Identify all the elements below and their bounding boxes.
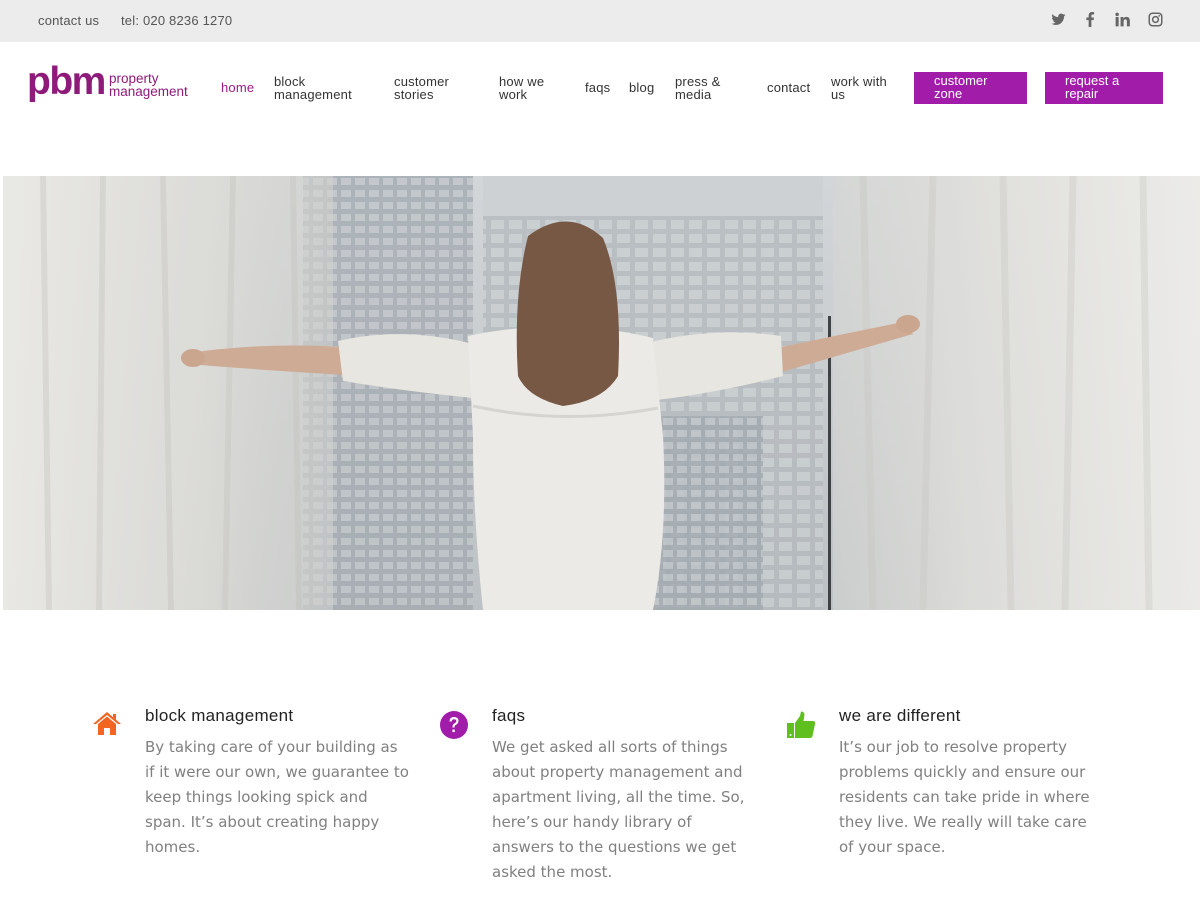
pbm-logo[interactable]: pbm property management <box>27 60 197 110</box>
top-bar: contact us tel: 020 8236 1270 <box>0 0 1200 42</box>
phone-number[interactable]: tel: 020 8236 1270 <box>121 13 232 28</box>
twitter-icon[interactable] <box>1051 12 1067 28</box>
home-icon <box>92 710 122 740</box>
nav-label: contact <box>767 80 811 95</box>
facebook-icon[interactable] <box>1084 12 1100 28</box>
nav-label: home <box>221 80 255 95</box>
nav-block-management[interactable]: block management <box>274 75 352 101</box>
feature-title[interactable]: faqs <box>492 706 525 726</box>
linkedin-icon[interactable] <box>1115 12 1131 28</box>
contact-us-link[interactable]: contact us <box>38 13 99 28</box>
feature-text: By taking care of your building as if it… <box>145 738 409 856</box>
nav-label: faqs <box>585 80 611 95</box>
nav-how-we-work[interactable]: how we work <box>499 75 544 101</box>
nav-work-with-us[interactable]: work with us <box>831 75 887 101</box>
thumbs-up-icon <box>786 710 816 740</box>
nav-label-line2: management <box>274 87 352 102</box>
hero-image <box>3 176 1200 610</box>
feature-text: It’s our job to resolve property problem… <box>839 738 1090 856</box>
question-circle-icon <box>439 710 469 740</box>
customer-zone-button[interactable]: customer zone <box>914 72 1027 104</box>
nav-label-line2: us <box>831 87 846 102</box>
button-label-line2: repair <box>1065 86 1099 101</box>
nav-label-line2: stories <box>394 87 434 102</box>
nav-contact[interactable]: contact <box>767 81 810 94</box>
instagram-icon[interactable] <box>1148 12 1164 28</box>
nav-label: blog <box>629 80 655 95</box>
button-label-line2: zone <box>934 86 963 101</box>
request-repair-button[interactable]: request a repair <box>1045 72 1163 104</box>
nav-customer-stories[interactable]: customer stories <box>394 75 449 101</box>
logo-line-2: management <box>109 84 188 99</box>
nav-faqs[interactable]: faqs <box>585 81 610 94</box>
feature-text: We get asked all sorts of things about p… <box>492 738 745 881</box>
nav-press-media[interactable]: press & media <box>675 75 720 101</box>
nav-blog[interactable]: blog <box>629 81 654 94</box>
feature-title[interactable]: we are different <box>839 706 961 726</box>
feature-title[interactable]: block management <box>145 706 293 726</box>
nav-label-line2: work <box>499 87 528 102</box>
nav-home[interactable]: home <box>221 81 254 94</box>
nav-label-line2: media <box>675 87 712 102</box>
logo-mark: pbm <box>27 60 106 103</box>
